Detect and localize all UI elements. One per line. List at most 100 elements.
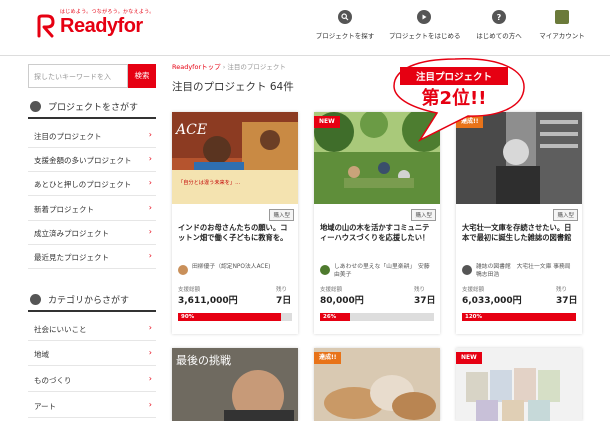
project-image-caption: 最後の挑戦 bbox=[176, 353, 231, 367]
account-icon bbox=[555, 10, 569, 24]
sidebar-item-featured[interactable]: 注目のプロジェクト › bbox=[28, 124, 156, 148]
chevron-right-icon: › bbox=[148, 400, 152, 409]
owner-name: しあわせの里えな「山里楽耕」 安藤 由美子 bbox=[334, 264, 430, 278]
breadcrumb-current: 注目のプロジェクト bbox=[227, 63, 286, 71]
search-input[interactable]: 探したいキーワードを入 bbox=[28, 64, 128, 88]
project-image[interactable]: ACE 「自分とは違う未来を」… bbox=[172, 112, 298, 204]
stat-left-value: 7日 bbox=[276, 296, 292, 306]
category-item-social[interactable]: 社会にいいこと › bbox=[28, 317, 156, 341]
category-item-art[interactable]: アート › bbox=[28, 394, 156, 418]
sidebar-item-label: 成立済みプロジェクト bbox=[34, 229, 109, 238]
owner-avatar bbox=[462, 265, 472, 275]
nav-first-time[interactable]: ? はじめての方へ bbox=[464, 10, 534, 40]
chevron-right-icon: › bbox=[148, 203, 152, 212]
sidebar-item-recently-viewed[interactable]: 最近見たプロジェクト › bbox=[28, 245, 156, 269]
progress-percent: 120% bbox=[465, 314, 482, 320]
section-title: プロジェクトをさがす bbox=[48, 103, 139, 113]
sidebar-item-label: 注目のプロジェクト bbox=[34, 132, 102, 141]
project-image[interactable]: NEW bbox=[314, 112, 440, 204]
owner-avatar bbox=[320, 265, 330, 275]
logo-mark-icon bbox=[37, 14, 55, 38]
stat-left-label: 残り bbox=[556, 287, 568, 293]
nav-my-account[interactable]: マイアカウント bbox=[527, 10, 597, 40]
project-card[interactable]: NEW bbox=[456, 348, 582, 421]
section-title: カテゴリからさがす bbox=[48, 296, 130, 306]
search-icon bbox=[338, 10, 352, 24]
owner-name: 田柳優子（認定NPO法人ACE) bbox=[192, 264, 271, 270]
achieved-badge: 達成!! bbox=[314, 352, 342, 364]
chevron-right-icon: › bbox=[148, 130, 152, 139]
sidebar-item-completed[interactable]: 成立済みプロジェクト › bbox=[28, 221, 156, 245]
project-title[interactable]: 地域の山の木を活かすコミュニティーハウスづくりを応援したい！ bbox=[320, 223, 436, 263]
stat-total-label: 支援総額 bbox=[178, 287, 201, 293]
sidebar-item-almost-there[interactable]: あとひと押しのプロジェクト › bbox=[28, 172, 156, 196]
logo-text: Readyfor bbox=[60, 15, 143, 37]
achieved-badge: 達成!! bbox=[456, 116, 484, 128]
project-title[interactable]: 大宅壮一文庫を存続させたい。日本で最初に誕生した雑誌の図書館 bbox=[462, 223, 578, 263]
project-image[interactable]: 最後の挑戦 bbox=[172, 348, 298, 421]
site-header: はじめよう。つながろう。かなえよう。 Readyfor プロジェクトを探す プロ… bbox=[0, 0, 610, 56]
funding-type-badge: 購入型 bbox=[411, 209, 436, 221]
chevron-right-icon: › bbox=[148, 374, 152, 383]
project-card[interactable]: 最後の挑戦 bbox=[172, 348, 298, 421]
chevron-right-icon: › bbox=[148, 323, 152, 332]
sidebar-item-most-funded[interactable]: 支援金額の多いプロジェクト › bbox=[28, 148, 156, 172]
play-icon bbox=[417, 10, 431, 24]
progress-percent: 26% bbox=[323, 314, 337, 320]
chevron-right-icon: › bbox=[148, 251, 152, 260]
project-image[interactable]: 達成!! bbox=[456, 112, 582, 204]
stat-left-label: 残り bbox=[414, 287, 426, 293]
progress-bar: 120% bbox=[462, 313, 576, 321]
project-image-subtitle: 「自分とは違う未来を」… bbox=[178, 178, 240, 186]
new-badge: NEW bbox=[314, 116, 340, 128]
question-icon: ? bbox=[492, 10, 506, 24]
stat-left-value: 37日 bbox=[414, 296, 436, 306]
stat-total-value: 3,611,000円 bbox=[178, 296, 238, 306]
chevron-right-icon: › bbox=[148, 154, 152, 163]
nav-label: はじめての方へ bbox=[476, 32, 522, 40]
callout-title: 注目プロジェクト bbox=[400, 67, 508, 85]
owner-name: 雑誌の図書館 大宅壮一文庫 事務局 鴨志田浩 bbox=[476, 264, 577, 278]
project-card[interactable]: 達成!! 購入型 大宅壮一文庫を存続させたい。日本で最初に誕生した雑誌の図書館 … bbox=[456, 112, 582, 334]
owner-avatar bbox=[178, 265, 188, 275]
funding-type-badge: 購入型 bbox=[553, 209, 578, 221]
progress-bar: 26% bbox=[320, 313, 434, 321]
chevron-right-icon: › bbox=[148, 227, 152, 236]
nav-label: マイアカウント bbox=[539, 32, 585, 40]
category-heading: カテゴリからさがす bbox=[28, 290, 156, 312]
sidebar-item-label: 支援金額の多いプロジェクト bbox=[34, 156, 132, 165]
search-button[interactable]: 検索 bbox=[128, 64, 156, 88]
stat-left-value: 37日 bbox=[556, 296, 578, 306]
project-card[interactable]: NEW 購入型 地域の山の木を活かすコミュニティーハウスづくりを応援したい！ し… bbox=[314, 112, 440, 334]
find-projects-heading: プロジェクトをさがす bbox=[28, 97, 156, 119]
category-item-region[interactable]: 地域 › bbox=[28, 342, 156, 366]
progress-bar: 90% bbox=[178, 313, 292, 321]
stat-total-value: 6,033,000円 bbox=[462, 296, 522, 306]
category-label: アート bbox=[34, 402, 57, 411]
category-label: 社会にいいこと bbox=[34, 325, 87, 334]
new-badge: NEW bbox=[456, 352, 482, 364]
project-card[interactable]: ACE 「自分とは違う未来を」… 購入型 インドのお母さんたちの願い。コットン畑… bbox=[172, 112, 298, 334]
nav-start-project[interactable]: プロジェクトをはじめる bbox=[389, 10, 461, 40]
search-icon bbox=[30, 101, 41, 112]
stat-total-value: 80,000円 bbox=[320, 296, 364, 306]
sidebar-item-label: あとひと押しのプロジェクト bbox=[34, 180, 132, 189]
nav-find-projects[interactable]: プロジェクトを探す bbox=[310, 10, 380, 40]
breadcrumb-home-link[interactable]: Readyforトップ bbox=[172, 63, 221, 71]
project-title[interactable]: インドのお母さんたちの願い。コットン畑で働く子どもに教育を。 bbox=[178, 223, 294, 263]
progress-percent: 90% bbox=[181, 314, 195, 320]
nav-label: プロジェクトを探す bbox=[315, 32, 375, 40]
sidebar-item-new[interactable]: 新着プロジェクト › bbox=[28, 197, 156, 221]
page-title: 注目のプロジェクト 64件 bbox=[172, 81, 294, 93]
stat-left-label: 残り bbox=[276, 287, 288, 293]
project-image-caption: ACE bbox=[174, 122, 207, 138]
breadcrumb: Readyforトップ › 注目のプロジェクト bbox=[172, 61, 286, 71]
project-card[interactable]: 達成!! bbox=[314, 348, 440, 421]
category-item-craft[interactable]: ものづくり › bbox=[28, 368, 156, 392]
category-label: 地域 bbox=[34, 350, 49, 359]
category-label: ものづくり bbox=[34, 376, 72, 385]
nav-label: プロジェクトをはじめる bbox=[389, 32, 461, 40]
tag-icon bbox=[30, 294, 41, 305]
logo-tagline: はじめよう。つながろう。かなえよう。 bbox=[60, 9, 155, 15]
stat-total-label: 支援総額 bbox=[320, 287, 343, 293]
